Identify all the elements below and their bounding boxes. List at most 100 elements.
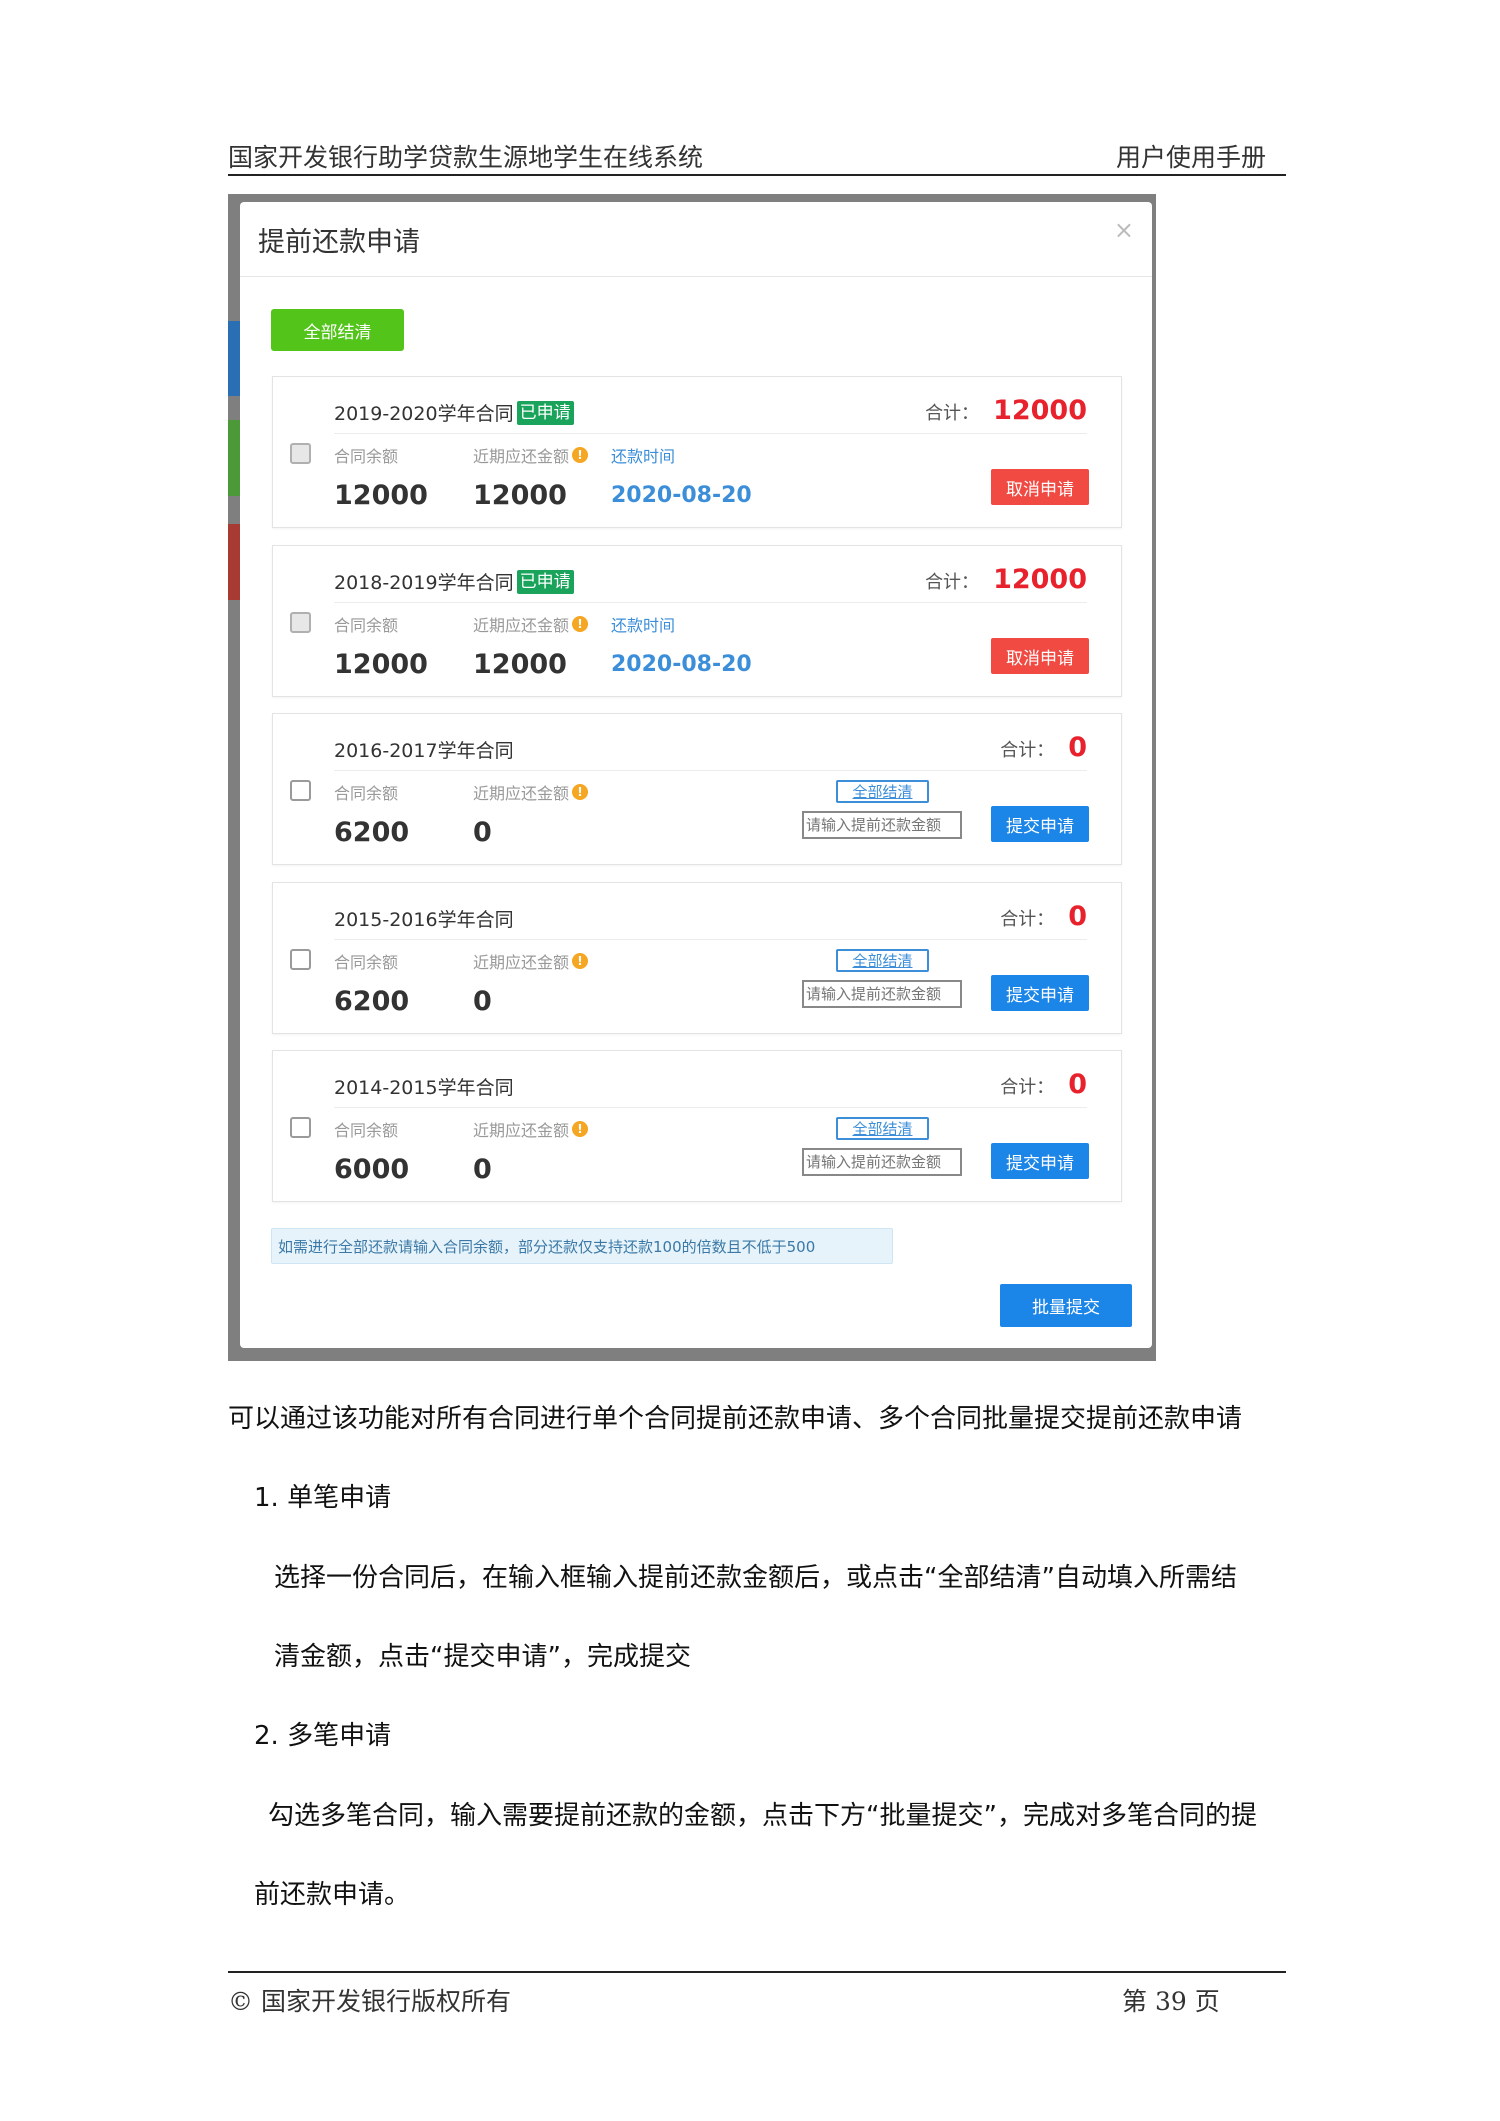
- cancel-application-button[interactable]: 取消申请: [991, 469, 1089, 505]
- balance-label: 合同余额: [334, 784, 399, 803]
- divider: [334, 433, 1087, 434]
- contract-checkbox[interactable]: [290, 780, 311, 801]
- contract-name: 2015-2016学年合同: [334, 905, 514, 932]
- balance-value: 6000: [334, 1154, 410, 1185]
- divider: [334, 770, 1087, 771]
- contract-checkbox[interactable]: [290, 612, 311, 633]
- contract-card: 2015-2016学年合同 合计： 0 合同余额 近期应还金额 ! 6200 0…: [272, 882, 1122, 1034]
- intro-paragraph: 可以通过该功能对所有合同进行单个合同提前还款申请、多个合同批量提交提前还款申请: [228, 1404, 1243, 1434]
- contract-name: 2019-2020学年合同 已申请: [334, 399, 574, 426]
- contract-name: 2016-2017学年合同: [334, 736, 514, 763]
- contract-year-label: 2016-2017学年合同: [334, 740, 514, 762]
- balance-label: 合同余额: [334, 953, 399, 972]
- balance-label: 合同余额: [334, 616, 399, 635]
- settle-all-button[interactable]: 全部结清: [271, 309, 404, 351]
- total-value: 12000: [993, 564, 1087, 595]
- prepayment-amount-input[interactable]: [802, 1148, 962, 1176]
- status-badge: 已申请: [516, 400, 574, 425]
- due-label-text: 近期应还金额: [473, 784, 570, 803]
- contract-checkbox[interactable]: [290, 1117, 311, 1138]
- manual-label: 用户使用手册: [1115, 143, 1266, 172]
- total-label: 合计：: [925, 403, 980, 424]
- due-label: 近期应还金额 !: [473, 780, 589, 804]
- balance-value: 6200: [334, 986, 410, 1017]
- contract-checkbox[interactable]: [290, 949, 311, 970]
- contract-card: 2014-2015学年合同 合计： 0 合同余额 近期应还金额 ! 6000 0…: [272, 1050, 1122, 1202]
- cancel-application-button[interactable]: 取消申请: [991, 638, 1089, 674]
- due-label: 近期应还金额 !: [473, 443, 589, 467]
- total-value: 0: [1068, 732, 1087, 763]
- item1-text-line1: 选择一份合同后，在输入框输入提前还款金额后，或点击“全部结清”自动填入所需结: [274, 1563, 1237, 1593]
- contract-total: 合计： 0: [1000, 732, 1087, 763]
- total-value: 0: [1068, 901, 1087, 932]
- prepayment-amount-input[interactable]: [802, 980, 962, 1008]
- settle-all-link[interactable]: 全部结清: [836, 949, 929, 972]
- due-label-text: 近期应还金额: [473, 1121, 570, 1140]
- total-label: 合计：: [925, 572, 980, 593]
- info-icon: !: [572, 616, 589, 632]
- divider: [334, 939, 1087, 940]
- date-label: 还款时间: [611, 447, 676, 466]
- contract-year-label: 2015-2016学年合同: [334, 909, 514, 931]
- date-value: 2020-08-20: [611, 483, 752, 508]
- due-label: 近期应还金额 !: [473, 949, 589, 973]
- contract-name: 2018-2019学年合同 已申请: [334, 568, 574, 595]
- due-label-text: 近期应还金额: [473, 447, 570, 466]
- contract-name: 2014-2015学年合同: [334, 1073, 514, 1100]
- contract-total: 合计： 12000: [925, 395, 1087, 426]
- due-label-text: 近期应还金额: [473, 616, 570, 635]
- contract-year-label: 2019-2020学年合同: [334, 403, 514, 425]
- copyright-text: © 国家开发银行版权所有: [228, 1987, 511, 2016]
- embedded-screenshot: 提前还款申请 × 全部结清 2019-2020学年合同 已申请 合计： 1200…: [228, 194, 1156, 1361]
- item1-text-line2: 清金额，点击“提交申请”，完成提交: [274, 1642, 691, 1672]
- page-header: 国家开发银行助学贷款生源地学生在线系统 用户使用手册: [228, 138, 1286, 176]
- submit-application-button[interactable]: 提交申请: [991, 1143, 1089, 1179]
- date-label: 还款时间: [611, 616, 676, 635]
- info-icon: !: [572, 784, 589, 800]
- prepayment-modal: 提前还款申请 × 全部结清 2019-2020学年合同 已申请 合计： 1200…: [240, 202, 1152, 1348]
- divider: [334, 602, 1087, 603]
- status-badge: 已申请: [516, 569, 574, 594]
- settle-all-link[interactable]: 全部结清: [836, 780, 929, 803]
- due-value: 12000: [473, 480, 567, 511]
- document-title: 国家开发银行助学贷款生源地学生在线系统: [228, 143, 704, 172]
- due-label: 近期应还金额 !: [473, 1117, 589, 1141]
- contract-year-label: 2014-2015学年合同: [334, 1077, 514, 1099]
- close-icon[interactable]: ×: [1114, 216, 1134, 244]
- total-label: 合计：: [1000, 1077, 1055, 1098]
- page-number: 第 39 页: [1122, 1987, 1220, 2016]
- modal-title: 提前还款申请: [258, 227, 420, 258]
- due-value: 12000: [473, 649, 567, 680]
- submit-application-button[interactable]: 提交申请: [991, 806, 1089, 842]
- date-value: 2020-08-20: [611, 652, 752, 677]
- contract-card: 2019-2020学年合同 已申请 合计： 12000 合同余额 近期应还金额 …: [272, 376, 1122, 528]
- contract-year-label: 2018-2019学年合同: [334, 572, 514, 594]
- batch-submit-button[interactable]: 批量提交: [1000, 1284, 1132, 1327]
- contract-card: 2018-2019学年合同 已申请 合计： 12000 合同余额 近期应还金额 …: [272, 545, 1122, 697]
- prepayment-amount-input[interactable]: [802, 811, 962, 839]
- contract-card: 2016-2017学年合同 合计： 0 合同余额 近期应还金额 ! 6200 0…: [272, 713, 1122, 865]
- info-icon: !: [572, 1121, 589, 1137]
- due-label-text: 近期应还金额: [473, 953, 570, 972]
- total-label: 合计：: [1000, 740, 1055, 761]
- info-icon: !: [572, 953, 589, 969]
- balance-label: 合同余额: [334, 1121, 399, 1140]
- notice-alert: 如需进行全部还款请输入合同余额，部分还款仅支持还款100的倍数且不低于500: [271, 1228, 893, 1264]
- total-label: 合计：: [1000, 909, 1055, 930]
- total-value: 12000: [993, 395, 1087, 426]
- contract-total: 合计： 0: [1000, 901, 1087, 932]
- submit-application-button[interactable]: 提交申请: [991, 975, 1089, 1011]
- item1-title: 1. 单笔申请: [254, 1483, 392, 1513]
- due-value: 0: [473, 986, 492, 1017]
- item2-text-line1: 勾选多笔合同，输入需要提前还款的金额，点击下方“批量提交”，完成对多笔合同的提: [268, 1801, 1257, 1831]
- item2-text-line2: 前还款申请。: [254, 1880, 411, 1910]
- due-value: 0: [473, 817, 492, 848]
- item2-title: 2. 多笔申请: [254, 1721, 392, 1751]
- due-label: 近期应还金额 !: [473, 612, 589, 636]
- contract-checkbox[interactable]: [290, 443, 311, 464]
- settle-all-link[interactable]: 全部结清: [836, 1117, 929, 1140]
- footer-divider: [228, 1971, 1286, 1973]
- divider: [240, 276, 1152, 277]
- balance-value: 12000: [334, 649, 428, 680]
- balance-label: 合同余额: [334, 447, 399, 466]
